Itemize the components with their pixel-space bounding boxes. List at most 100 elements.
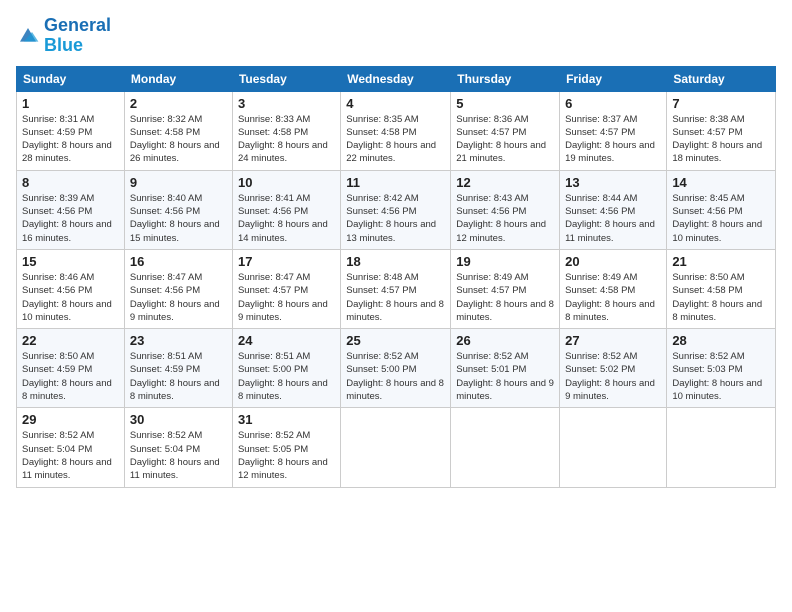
header: General Blue bbox=[16, 16, 776, 56]
calendar-cell: 26 Sunrise: 8:52 AMSunset: 5:01 PMDayligh… bbox=[451, 329, 560, 408]
weekday-header-tuesday: Tuesday bbox=[232, 66, 340, 91]
day-number: 23 bbox=[130, 333, 227, 348]
weekday-header-friday: Friday bbox=[560, 66, 667, 91]
day-number: 27 bbox=[565, 333, 661, 348]
day-info: Sunrise: 8:42 AMSunset: 4:56 PMDaylight:… bbox=[346, 192, 445, 245]
day-number: 15 bbox=[22, 254, 119, 269]
day-info: Sunrise: 8:32 AMSunset: 4:58 PMDaylight:… bbox=[130, 113, 227, 166]
calendar-cell: 19 Sunrise: 8:49 AMSunset: 4:57 PMDayligh… bbox=[451, 249, 560, 328]
day-number: 7 bbox=[672, 96, 770, 111]
day-info: Sunrise: 8:52 AMSunset: 5:03 PMDaylight:… bbox=[672, 350, 770, 403]
day-info: Sunrise: 8:52 AMSunset: 5:00 PMDaylight:… bbox=[346, 350, 445, 403]
calendar-cell: 6 Sunrise: 8:37 AMSunset: 4:57 PMDaylight… bbox=[560, 91, 667, 170]
day-info: Sunrise: 8:47 AMSunset: 4:57 PMDaylight:… bbox=[238, 271, 335, 324]
day-info: Sunrise: 8:44 AMSunset: 4:56 PMDaylight:… bbox=[565, 192, 661, 245]
day-number: 26 bbox=[456, 333, 554, 348]
calendar-cell: 5Sunrise: 8:36 AMSunset: 4:57 PMDaylight… bbox=[451, 91, 560, 170]
day-info: Sunrise: 8:51 AMSunset: 4:59 PMDaylight:… bbox=[130, 350, 227, 403]
day-number: 19 bbox=[456, 254, 554, 269]
day-info: Sunrise: 8:41 AMSunset: 4:56 PMDaylight:… bbox=[238, 192, 335, 245]
weekday-header-saturday: Saturday bbox=[667, 66, 776, 91]
calendar-cell: 27 Sunrise: 8:52 AMSunset: 5:02 PMDayligh… bbox=[560, 329, 667, 408]
calendar-table: SundayMondayTuesdayWednesdayThursdayFrid… bbox=[16, 66, 776, 488]
day-info: Sunrise: 8:37 AMSunset: 4:57 PMDaylight:… bbox=[565, 113, 661, 166]
calendar-cell: 10 Sunrise: 8:41 AMSunset: 4:56 PMDayligh… bbox=[232, 170, 340, 249]
day-number: 18 bbox=[346, 254, 445, 269]
weekday-header-monday: Monday bbox=[124, 66, 232, 91]
day-number: 28 bbox=[672, 333, 770, 348]
day-info: Sunrise: 8:35 AMSunset: 4:58 PMDaylight:… bbox=[346, 113, 445, 166]
day-info: Sunrise: 8:48 AMSunset: 4:57 PMDaylight:… bbox=[346, 271, 445, 324]
day-number: 30 bbox=[130, 412, 227, 427]
calendar-cell: 30Sunrise: 8:52 AMSunset: 5:04 PMDayligh… bbox=[124, 408, 232, 487]
day-info: Sunrise: 8:50 AMSunset: 4:58 PMDaylight:… bbox=[672, 271, 770, 324]
weekday-header-sunday: Sunday bbox=[17, 66, 125, 91]
day-info: Sunrise: 8:40 AMSunset: 4:56 PMDaylight:… bbox=[130, 192, 227, 245]
calendar-cell: 4 Sunrise: 8:35 AMSunset: 4:58 PMDaylight… bbox=[341, 91, 451, 170]
day-info: Sunrise: 8:52 AMSunset: 5:01 PMDaylight:… bbox=[456, 350, 554, 403]
day-info: Sunrise: 8:49 AMSunset: 4:58 PMDaylight:… bbox=[565, 271, 661, 324]
calendar-cell bbox=[667, 408, 776, 487]
day-info: Sunrise: 8:43 AMSunset: 4:56 PMDaylight:… bbox=[456, 192, 554, 245]
calendar-cell: 18 Sunrise: 8:48 AMSunset: 4:57 PMDayligh… bbox=[341, 249, 451, 328]
day-info: Sunrise: 8:52 AMSunset: 5:02 PMDaylight:… bbox=[565, 350, 661, 403]
day-number: 24 bbox=[238, 333, 335, 348]
weekday-header-wednesday: Wednesday bbox=[341, 66, 451, 91]
day-number: 21 bbox=[672, 254, 770, 269]
calendar-cell: 22Sunrise: 8:50 AMSunset: 4:59 PMDayligh… bbox=[17, 329, 125, 408]
weekday-header-row: SundayMondayTuesdayWednesdayThursdayFrid… bbox=[17, 66, 776, 91]
day-info: Sunrise: 8:31 AMSunset: 4:59 PMDaylight:… bbox=[22, 113, 119, 166]
day-number: 1 bbox=[22, 96, 119, 111]
day-number: 10 bbox=[238, 175, 335, 190]
weekday-header-thursday: Thursday bbox=[451, 66, 560, 91]
day-number: 13 bbox=[565, 175, 661, 190]
calendar-cell: 23 Sunrise: 8:51 AMSunset: 4:59 PMDayligh… bbox=[124, 329, 232, 408]
day-number: 20 bbox=[565, 254, 661, 269]
day-number: 11 bbox=[346, 175, 445, 190]
calendar-cell: 12 Sunrise: 8:43 AMSunset: 4:56 PMDayligh… bbox=[451, 170, 560, 249]
calendar-cell: 8 Sunrise: 8:39 AMSunset: 4:56 PMDaylight… bbox=[17, 170, 125, 249]
logo-general: General bbox=[44, 15, 111, 35]
day-info: Sunrise: 8:49 AMSunset: 4:57 PMDaylight:… bbox=[456, 271, 554, 324]
day-number: 6 bbox=[565, 96, 661, 111]
logo-icon bbox=[16, 24, 40, 48]
day-info: Sunrise: 8:46 AMSunset: 4:56 PMDaylight:… bbox=[22, 271, 119, 324]
logo-text: General Blue bbox=[44, 16, 111, 56]
calendar-cell: 31Sunrise: 8:52 AMSunset: 5:05 PMDayligh… bbox=[232, 408, 340, 487]
day-info: Sunrise: 8:52 AMSunset: 5:05 PMDaylight:… bbox=[238, 429, 335, 482]
calendar-cell: 9 Sunrise: 8:40 AMSunset: 4:56 PMDaylight… bbox=[124, 170, 232, 249]
day-number: 2 bbox=[130, 96, 227, 111]
day-info: Sunrise: 8:39 AMSunset: 4:56 PMDaylight:… bbox=[22, 192, 119, 245]
calendar-cell: 11 Sunrise: 8:42 AMSunset: 4:56 PMDayligh… bbox=[341, 170, 451, 249]
calendar-cell: 24Sunrise: 8:51 AMSunset: 5:00 PMDayligh… bbox=[232, 329, 340, 408]
day-number: 8 bbox=[22, 175, 119, 190]
calendar-cell: 25Sunrise: 8:52 AMSunset: 5:00 PMDayligh… bbox=[341, 329, 451, 408]
calendar-cell: 14 Sunrise: 8:45 AMSunset: 4:56 PMDayligh… bbox=[667, 170, 776, 249]
day-number: 4 bbox=[346, 96, 445, 111]
calendar-cell: 28 Sunrise: 8:52 AMSunset: 5:03 PMDayligh… bbox=[667, 329, 776, 408]
calendar-cell bbox=[341, 408, 451, 487]
calendar-week-row: 22Sunrise: 8:50 AMSunset: 4:59 PMDayligh… bbox=[17, 329, 776, 408]
calendar-week-row: 15 Sunrise: 8:46 AMSunset: 4:56 PMDayligh… bbox=[17, 249, 776, 328]
day-info: Sunrise: 8:50 AMSunset: 4:59 PMDaylight:… bbox=[22, 350, 119, 403]
calendar-cell: 15 Sunrise: 8:46 AMSunset: 4:56 PMDayligh… bbox=[17, 249, 125, 328]
logo: General Blue bbox=[16, 16, 111, 56]
day-number: 29 bbox=[22, 412, 119, 427]
calendar-week-row: 1 Sunrise: 8:31 AMSunset: 4:59 PMDaylight… bbox=[17, 91, 776, 170]
calendar-cell: 1 Sunrise: 8:31 AMSunset: 4:59 PMDaylight… bbox=[17, 91, 125, 170]
calendar-cell: 17 Sunrise: 8:47 AMSunset: 4:57 PMDayligh… bbox=[232, 249, 340, 328]
day-number: 9 bbox=[130, 175, 227, 190]
calendar-week-row: 8 Sunrise: 8:39 AMSunset: 4:56 PMDaylight… bbox=[17, 170, 776, 249]
calendar-cell: 2 Sunrise: 8:32 AMSunset: 4:58 PMDaylight… bbox=[124, 91, 232, 170]
day-number: 12 bbox=[456, 175, 554, 190]
day-info: Sunrise: 8:36 AMSunset: 4:57 PMDaylight:… bbox=[456, 113, 554, 166]
day-number: 17 bbox=[238, 254, 335, 269]
calendar-cell: 3Sunrise: 8:33 AMSunset: 4:58 PMDaylight… bbox=[232, 91, 340, 170]
calendar-cell bbox=[560, 408, 667, 487]
day-info: Sunrise: 8:45 AMSunset: 4:56 PMDaylight:… bbox=[672, 192, 770, 245]
calendar-cell: 7Sunrise: 8:38 AMSunset: 4:57 PMDaylight… bbox=[667, 91, 776, 170]
calendar-cell: 29Sunrise: 8:52 AMSunset: 5:04 PMDayligh… bbox=[17, 408, 125, 487]
calendar-cell: 16Sunrise: 8:47 AMSunset: 4:56 PMDayligh… bbox=[124, 249, 232, 328]
calendar-cell: 21 Sunrise: 8:50 AMSunset: 4:58 PMDayligh… bbox=[667, 249, 776, 328]
day-number: 14 bbox=[672, 175, 770, 190]
